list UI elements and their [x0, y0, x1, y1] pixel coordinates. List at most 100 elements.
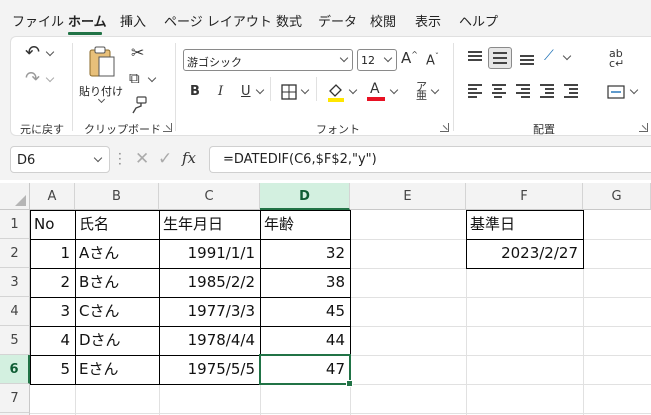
- alignment-launcher-icon[interactable]: [639, 123, 648, 132]
- orientation-icon[interactable]: ⟋: [544, 49, 554, 63]
- paste-button[interactable]: 貼り付け: [77, 43, 127, 104]
- column-header-f[interactable]: F: [466, 183, 583, 210]
- row-header-6[interactable]: 6: [0, 355, 30, 384]
- cell-d4[interactable]: 45: [260, 297, 350, 326]
- font-size-select[interactable]: 12: [357, 49, 397, 71]
- underline-dropdown-icon[interactable]: [255, 85, 265, 95]
- underline-button[interactable]: U: [241, 85, 251, 98]
- row-header-2[interactable]: 2: [0, 239, 30, 268]
- align-top-icon[interactable]: [466, 51, 484, 65]
- column-header-e[interactable]: E: [350, 183, 466, 210]
- cell-d3[interactable]: 38: [260, 268, 350, 297]
- tab-data[interactable]: データ: [318, 11, 357, 30]
- borders-dropdown-icon[interactable]: [300, 85, 310, 95]
- merge-dropdown-icon[interactable]: [629, 85, 639, 95]
- font-color-icon[interactable]: A: [367, 81, 385, 101]
- column-header-b[interactable]: B: [75, 183, 159, 210]
- column-header-g[interactable]: G: [583, 183, 651, 210]
- cut-icon[interactable]: ✂: [131, 45, 144, 61]
- select-all-button[interactable]: [0, 183, 30, 210]
- tab-home[interactable]: ホーム: [68, 11, 107, 30]
- name-box[interactable]: D6: [10, 146, 110, 173]
- undo-dropdown-icon[interactable]: [45, 47, 55, 57]
- italic-button[interactable]: I: [218, 85, 223, 98]
- cell-a2[interactable]: 1: [30, 239, 75, 268]
- column-header-d[interactable]: D: [260, 183, 350, 210]
- font-launcher-icon[interactable]: [440, 123, 449, 132]
- row-header-1[interactable]: 1: [0, 210, 30, 239]
- decrease-font-size-icon[interactable]: Aˇ: [426, 53, 439, 68]
- increase-indent-icon[interactable]: [562, 84, 580, 98]
- cell-f2[interactable]: 2023/2/27: [466, 239, 583, 268]
- fill-color-icon[interactable]: [326, 82, 346, 102]
- cell-b3[interactable]: Bさん: [75, 268, 159, 297]
- decrease-indent-icon[interactable]: [538, 84, 556, 98]
- cell-b5[interactable]: Dさん: [75, 326, 159, 355]
- wrap-text-icon[interactable]: ab c↵: [609, 48, 624, 69]
- align-left-icon[interactable]: [466, 84, 484, 98]
- cell-f1[interactable]: 基準日: [466, 210, 583, 239]
- font-color-dropdown-icon[interactable]: [389, 85, 399, 95]
- more-options-icon[interactable]: · · ·: [118, 148, 122, 170]
- tab-review[interactable]: 校閲: [370, 11, 396, 30]
- fill-color-dropdown-icon[interactable]: [348, 85, 358, 95]
- undo-icon[interactable]: ↶: [25, 44, 40, 62]
- tab-file[interactable]: ファイル: [12, 11, 64, 30]
- align-right-icon[interactable]: [514, 84, 532, 98]
- cell-a3[interactable]: 2: [30, 268, 75, 297]
- tab-insert[interactable]: 挿入: [120, 11, 146, 30]
- cell-c3[interactable]: 1985/2/2: [159, 268, 260, 297]
- align-bottom-icon[interactable]: [518, 51, 536, 65]
- redo-icon[interactable]: ↷: [25, 70, 40, 88]
- cell-b1[interactable]: 氏名: [75, 210, 159, 239]
- row-header-4[interactable]: 4: [0, 297, 30, 326]
- tab-help[interactable]: ヘルプ: [459, 11, 498, 30]
- cell-a4[interactable]: 3: [30, 297, 75, 326]
- tab-page-layout[interactable]: ページ レイアウト: [164, 11, 272, 30]
- copy-icon[interactable]: ⧉: [129, 71, 140, 86]
- bold-button[interactable]: B: [190, 85, 200, 98]
- align-center-icon[interactable]: [490, 84, 508, 98]
- cell-c6[interactable]: 1975/5/5: [159, 355, 260, 384]
- column-header-c[interactable]: C: [159, 183, 260, 210]
- cell-c4[interactable]: 1977/3/3: [159, 297, 260, 326]
- align-middle-button[interactable]: [488, 47, 512, 69]
- cell-a5[interactable]: 4: [30, 326, 75, 355]
- worksheet-grid[interactable]: A B C D E F G 1 2 3 4 5 6 7 8 No 氏名 生年月日…: [0, 180, 651, 415]
- cell-a1[interactable]: No: [30, 210, 75, 239]
- format-painter-icon[interactable]: [130, 96, 148, 114]
- copy-dropdown-icon[interactable]: [147, 73, 157, 83]
- formula-text: =DATEDIF(C6,$F$2,"y"): [223, 152, 377, 167]
- cell-d1[interactable]: 年齢: [260, 210, 350, 239]
- cell-d2[interactable]: 32: [260, 239, 350, 268]
- cancel-icon[interactable]: ✕: [135, 149, 149, 169]
- phonetic-guide-icon[interactable]: ア亜: [416, 81, 427, 101]
- row-header-7[interactable]: 7: [0, 384, 30, 413]
- tab-formulas[interactable]: 数式: [276, 11, 302, 30]
- cell-c2[interactable]: 1991/1/1: [159, 239, 260, 268]
- insert-function-button[interactable]: fx: [182, 149, 196, 167]
- merge-center-icon[interactable]: [607, 85, 625, 99]
- row-header-3[interactable]: 3: [0, 268, 30, 297]
- cell-b6[interactable]: Eさん: [75, 355, 159, 384]
- tab-view[interactable]: 表示: [415, 11, 441, 30]
- orientation-dropdown-icon[interactable]: [562, 51, 572, 61]
- cell-c1[interactable]: 生年月日: [159, 210, 260, 239]
- phonetic-dropdown-icon[interactable]: [430, 85, 440, 95]
- cell-a6[interactable]: 5: [30, 355, 75, 384]
- font-name-select[interactable]: 游ゴシック: [183, 49, 353, 71]
- font-size-value: 12: [361, 54, 375, 67]
- redo-dropdown-icon[interactable]: [45, 73, 55, 83]
- row-header-5[interactable]: 5: [0, 326, 30, 355]
- enter-icon[interactable]: ✓: [158, 149, 172, 169]
- formula-input[interactable]: =DATEDIF(C6,$F$2,"y"): [209, 146, 651, 173]
- cell-c5[interactable]: 1978/4/4: [159, 326, 260, 355]
- cell-d5[interactable]: 44: [260, 326, 350, 355]
- cell-b4[interactable]: Cさん: [75, 297, 159, 326]
- borders-icon[interactable]: [281, 84, 297, 100]
- cell-b2[interactable]: Aさん: [75, 239, 159, 268]
- increase-font-size-icon[interactable]: A^: [401, 51, 418, 66]
- column-header-a[interactable]: A: [30, 183, 75, 210]
- clipboard-launcher-icon[interactable]: [163, 123, 172, 132]
- cell-d6[interactable]: 47: [260, 355, 350, 384]
